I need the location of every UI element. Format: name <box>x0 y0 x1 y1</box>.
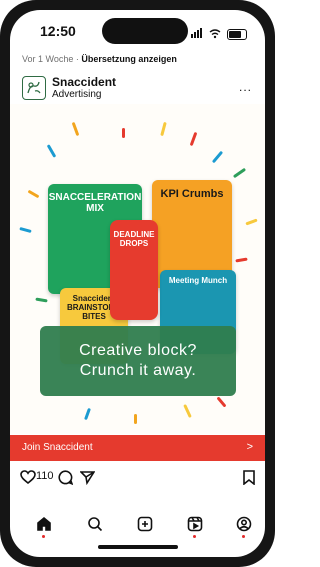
post-time: Vor 1 Woche · <box>22 54 82 64</box>
confetti <box>245 218 258 226</box>
ad-headline: Creative block? Crunch it away. <box>40 326 236 396</box>
phone-screen: 12:50 Vor 1 Woche · Übersetzung anzeigen <box>10 10 265 557</box>
like-count[interactable]: 110 <box>36 470 54 482</box>
join-cta-button[interactable]: Join Snaccident > <box>10 435 265 461</box>
wifi-icon <box>209 29 221 39</box>
bookmark-icon[interactable] <box>243 470 255 485</box>
confetti <box>19 226 32 234</box>
notification-dot <box>42 535 45 538</box>
status-icons <box>191 25 247 43</box>
signal-icon <box>191 25 203 43</box>
battery-icon <box>227 28 247 40</box>
comment-icon[interactable] <box>58 470 73 485</box>
brand-logo-icon <box>27 81 41 94</box>
confetti <box>160 121 167 137</box>
status-time: 12:50 <box>40 23 76 39</box>
post-actions: 110 <box>20 468 255 488</box>
share-icon[interactable] <box>80 470 95 485</box>
brand-name[interactable]: Snaccident <box>52 75 116 89</box>
sponsored-label: Advertising <box>52 89 102 100</box>
notification-dot <box>193 535 196 538</box>
confetti <box>122 128 125 138</box>
confetti <box>216 396 227 408</box>
status-bar: 12:50 <box>10 10 265 54</box>
post-meta: Vor 1 Woche · Übersetzung anzeigen <box>22 54 177 64</box>
confetti <box>46 144 57 158</box>
confetti <box>134 414 137 424</box>
nav-create[interactable] <box>137 516 153 537</box>
nav-home[interactable] <box>36 516 52 538</box>
confetti <box>71 121 80 137</box>
cta-label: Join Snaccident <box>22 442 93 453</box>
home-indicator[interactable] <box>98 545 178 549</box>
notification-dot <box>242 535 245 538</box>
search-icon <box>88 517 103 532</box>
product-label: DEADLINE DROPS <box>113 230 155 248</box>
dynamic-island <box>102 18 188 44</box>
product-label: SNACCELERATION MIX <box>48 192 142 214</box>
show-translation-link[interactable]: Übersetzung anzeigen <box>81 54 177 64</box>
product-label: KPI Crumbs <box>160 188 224 200</box>
home-icon <box>37 516 51 531</box>
chevron-right-icon: > <box>246 441 253 453</box>
ad-image[interactable]: SNACCELERATION MIX KPI Crumbs Snaccident… <box>10 104 265 434</box>
product-label: Meeting Munch <box>168 276 228 285</box>
confetti <box>27 189 40 199</box>
add-icon <box>137 516 153 532</box>
confetti <box>35 297 48 303</box>
confetti <box>232 167 247 179</box>
heart-icon[interactable] <box>20 470 36 485</box>
more-options-button[interactable]: ... <box>239 80 252 94</box>
bottom-navigation <box>10 508 265 544</box>
confetti <box>235 257 248 263</box>
nav-profile[interactable] <box>236 516 252 538</box>
confetti <box>189 131 198 147</box>
nav-search[interactable] <box>87 516 103 537</box>
phone-frame: 12:50 Vor 1 Woche · Übersetzung anzeigen <box>0 0 275 567</box>
profile-icon <box>236 516 252 532</box>
brand-avatar[interactable] <box>22 76 46 100</box>
post-header: Snaccident Advertising ... <box>22 74 254 104</box>
nav-reels[interactable] <box>187 516 203 538</box>
confetti <box>84 407 91 421</box>
confetti <box>183 404 192 418</box>
reels-icon <box>187 516 203 532</box>
confetti <box>211 150 224 164</box>
product-deadline-drops: DEADLINE DROPS <box>110 220 158 320</box>
